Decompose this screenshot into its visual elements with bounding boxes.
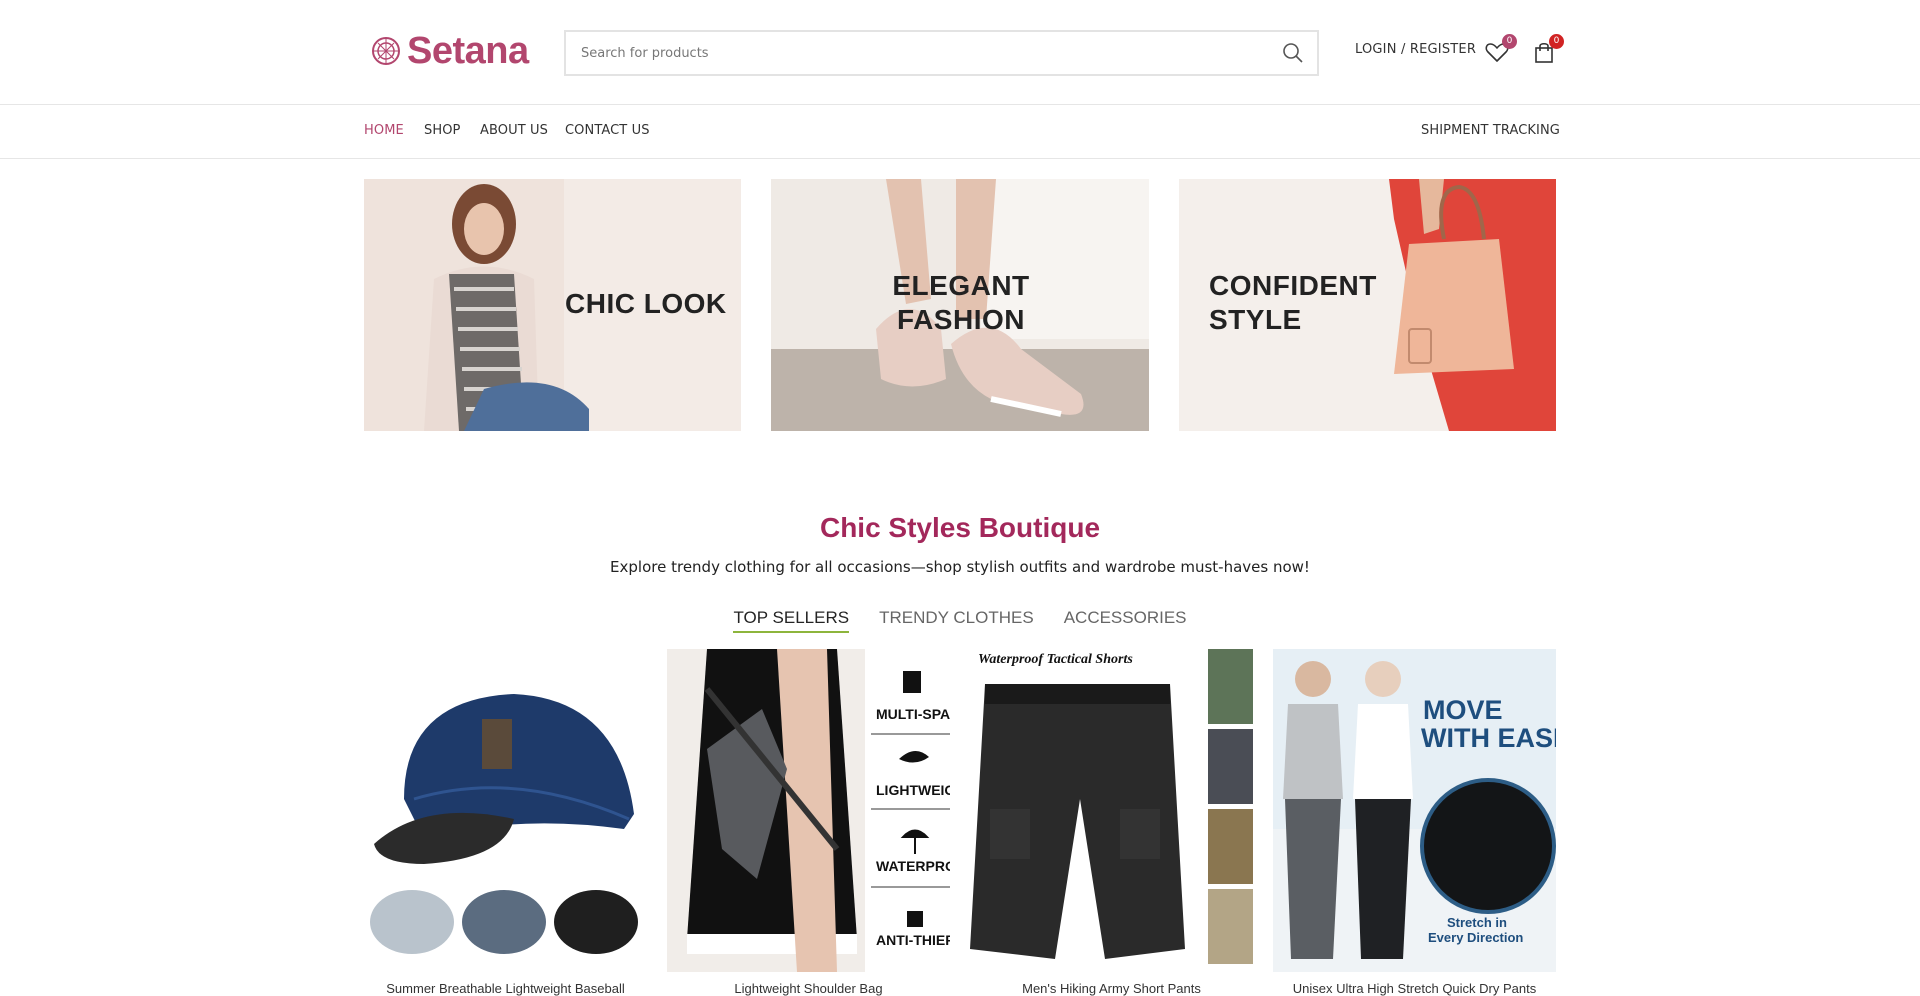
main-navigation: HOME SHOP ABOUT US CONTACT US SHIPMENT T… [0,106,1920,159]
image-subtext-1: Stretch in [1447,915,1507,930]
banner-title: ELEGANT FASHION [892,270,1030,335]
product-name[interactable]: Unisex Ultra High Stretch Quick Dry Pant… [1273,981,1556,996]
feature-waterproof: WATERPROO [876,858,950,874]
banner-title: CHIC LOOK [565,288,727,319]
baseball-cap-image [364,649,647,972]
product-card[interactable]: Waterproof Tactical Shorts Men's Hiking … [970,649,1253,996]
nav-item-about-us[interactable]: ABOUT US [480,123,548,138]
banner-chic-look[interactable]: CHIC LOOK [364,179,741,431]
tab-accessories[interactable]: ACCESSORIES [1064,608,1187,633]
nav-item-home[interactable]: HOME [364,123,404,138]
product-image[interactable]: Waterproof Tactical Shorts [970,649,1253,972]
product-name[interactable]: Lightweight Shoulder Bag [667,981,950,996]
feature-lightweight: LIGHTWEIGH [876,782,950,798]
section-title: Chic Styles Boutique [819,512,1101,543]
stretch-pants-image: MOVE WITH EASE Stretch in Every Directio… [1273,649,1556,972]
tactical-shorts-image: Waterproof Tactical Shorts [970,649,1253,972]
feature-anti-theft: ANTI-THIEF [876,932,950,948]
product-card[interactable]: MULTI-SPAC LIGHTWEIGH WATERPROO ANTI-THI… [667,649,950,996]
login-register-link[interactable]: LOGIN / REGISTER [1355,42,1476,57]
image-headline-1: MOVE [1423,695,1503,725]
banner-elegant-fashion[interactable]: ELEGANT FASHION [771,179,1149,431]
feature-multi-space: MULTI-SPAC [876,706,950,722]
search-icon[interactable] [1281,41,1305,65]
section-subtitle: Explore trendy clothing for all occasion… [610,558,1310,576]
header: Setana LOGIN / REGISTER 0 0 [0,0,1920,105]
product-card[interactable]: Summer Breathable Lightweight Baseball [364,649,647,996]
search-input[interactable] [566,32,1281,74]
product-image[interactable]: MOVE WITH EASE Stretch in Every Directio… [1273,649,1556,972]
banner-confident-style[interactable]: CONFIDENT STYLE [1179,179,1556,431]
product-name[interactable]: Men's Hiking Army Short Pants [970,981,1253,996]
image-headline-2: WITH EASE [1421,723,1556,753]
product-tabs: TOP SELLERS TRENDY CLOTHES ACCESSORIES [0,608,1920,633]
logo-emblem-icon [372,37,400,65]
wishlist-button[interactable]: 0 [1484,34,1517,65]
search-bar [564,30,1319,76]
image-caption: Waterproof Tactical Shorts [978,652,1133,667]
cart-count-badge: 0 [1549,34,1564,49]
tab-trendy-clothes[interactable]: TRENDY CLOTHES [879,608,1034,633]
product-image[interactable] [364,649,647,972]
banner-title: CONFIDENT STYLE [1209,270,1377,335]
nav-item-shop[interactable]: SHOP [424,123,461,138]
product-name[interactable]: Summer Breathable Lightweight Baseball [364,981,647,996]
cart-button[interactable]: 0 [1531,34,1564,65]
wishlist-count-badge: 0 [1502,34,1517,49]
nav-item-contact-us[interactable]: CONTACT US [565,123,650,138]
nav-item-shipment-tracking[interactable]: SHIPMENT TRACKING [1421,123,1560,138]
tab-top-sellers[interactable]: TOP SELLERS [733,608,850,633]
logo-text: Setana [407,29,529,72]
shoulder-bag-image: MULTI-SPAC LIGHTWEIGH WATERPROO ANTI-THI… [667,649,950,972]
image-subtext-2: Every Direction [1428,930,1523,945]
product-image[interactable]: MULTI-SPAC LIGHTWEIGH WATERPROO ANTI-THI… [667,649,950,972]
product-card[interactable]: MOVE WITH EASE Stretch in Every Directio… [1273,649,1556,996]
site-logo[interactable]: Setana [371,29,529,72]
